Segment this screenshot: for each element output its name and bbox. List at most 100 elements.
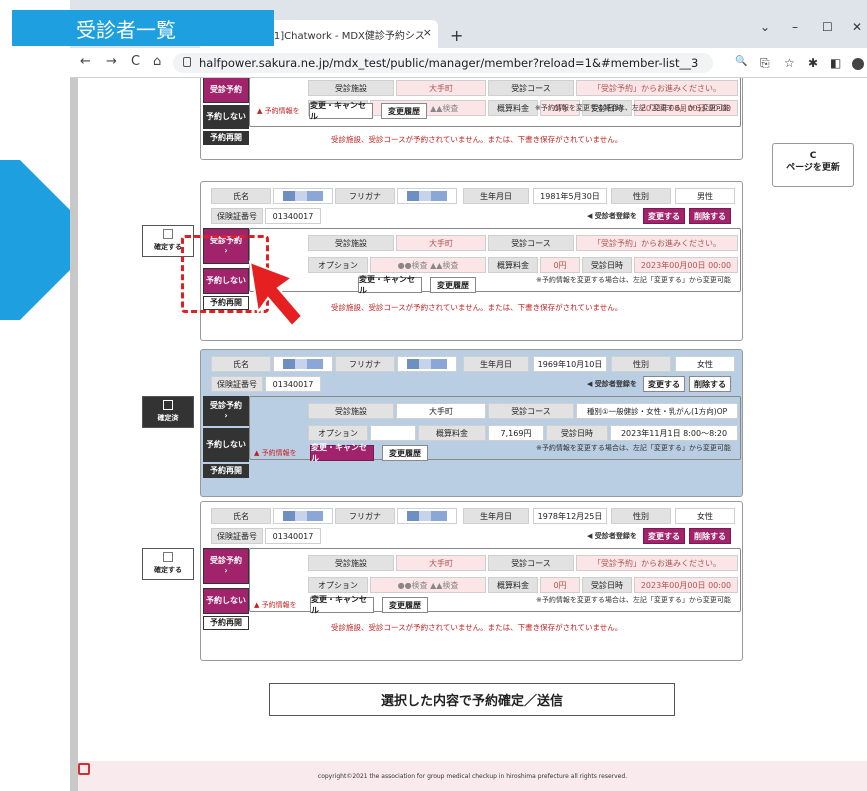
checkbox-icon — [163, 400, 173, 410]
history-button[interactable]: 変更履歴 — [430, 277, 476, 293]
birth-value: 1969年10月10日 — [533, 356, 607, 372]
insurance-value: 01340017 — [265, 528, 321, 544]
tab-close-icon[interactable]: × — [423, 26, 432, 39]
history-button[interactable]: 変更履歴 — [382, 445, 428, 461]
checkbox-icon — [163, 552, 173, 562]
info-label: ▲ 予約情報を — [257, 107, 300, 115]
reserve-button[interactable]: 受診予約 — [203, 78, 249, 103]
refresh-icon: C — [809, 151, 817, 161]
extensions-icon[interactable]: ✱ — [808, 56, 818, 70]
submit-reservation-button[interactable]: 選択した内容で予約確定／送信 — [269, 683, 675, 716]
insurance-label: 保険証番号 — [211, 376, 263, 392]
sidepanel-icon[interactable]: ◧ — [830, 56, 841, 70]
no-reserve-button[interactable]: 予約しない — [203, 588, 249, 614]
modify-cancel-button[interactable]: 変更・キャンセル — [310, 595, 374, 615]
insurance-value: 01340017 — [265, 208, 321, 224]
name-value — [273, 508, 333, 524]
forward-icon[interactable]: → — [106, 54, 117, 69]
footer: copyright©2021 the association for group… — [78, 761, 867, 791]
delete-button[interactable]: 削除する — [689, 528, 731, 544]
lock-icon — [183, 57, 191, 67]
date-value: 2023年11月1日 8:00〜8:20 — [610, 425, 738, 441]
back-icon[interactable]: ← — [80, 54, 91, 69]
no-reserve-label: 予約しない — [206, 112, 246, 121]
reload-icon[interactable]: C — [131, 54, 140, 69]
close-window-button[interactable]: ✕ — [852, 20, 862, 34]
refresh-page-button[interactable]: C ページを更新 — [772, 143, 854, 187]
sex-label: 性別 — [611, 356, 671, 372]
resume-button[interactable]: 予約再開 — [203, 616, 249, 630]
confirmed-checkbox[interactable]: 確定済 — [142, 396, 194, 428]
fee-value: 0円 — [540, 257, 580, 273]
no-reserve-label: 予約しない — [206, 596, 246, 605]
insurance-label: 保険証番号 — [211, 208, 263, 224]
modify-cancel-button[interactable]: 変更・キャンセル — [310, 443, 374, 463]
change-button[interactable]: 変更する — [643, 528, 685, 544]
sex-value: 女性 — [675, 356, 735, 372]
page-scrollbar[interactable] — [70, 78, 78, 791]
birth-label: 生年月日 — [463, 188, 529, 204]
confirm-label: 確定する — [154, 243, 182, 251]
option-label: オプション — [308, 577, 368, 593]
no-reserve-label: 予約しない — [206, 440, 246, 449]
kana-value — [397, 508, 457, 524]
facility-value: 大手町 — [396, 403, 486, 419]
facility-label: 受診施設 — [308, 555, 394, 571]
option-value — [370, 425, 416, 441]
red-pointer-arrow-icon — [248, 260, 304, 328]
birth-value: 1978年12月25日 — [533, 508, 607, 524]
insurance-label: 保険証番号 — [211, 528, 263, 544]
copyright-text: copyright©2021 the association for group… — [317, 772, 628, 780]
history-button[interactable]: 変更履歴 — [381, 103, 427, 119]
reserve-button[interactable]: 受診予約 › — [203, 548, 249, 584]
option-value: ●●検査 ▲▲検査 — [370, 577, 486, 593]
zoom-icon[interactable]: 🔍 — [735, 56, 747, 67]
resume-label: 予約再開 — [210, 618, 242, 627]
home-icon[interactable]: ⌂ — [153, 54, 161, 69]
minimize-button[interactable]: – — [792, 20, 798, 34]
new-tab-button[interactable]: + — [450, 26, 463, 45]
modify-cancel-button[interactable]: 変更・キャンセル — [309, 101, 373, 121]
maximize-button[interactable]: ☐ — [822, 20, 833, 34]
fee-label: 概算料金 — [488, 577, 538, 593]
change-button[interactable]: 変更する — [643, 208, 685, 224]
history-button[interactable]: 変更履歴 — [382, 597, 428, 613]
reg-label: ◀ 受診者登録を — [587, 532, 637, 540]
date-label: 受診日時 — [582, 577, 632, 593]
blurred-kana — [407, 511, 447, 521]
course-value: 「受診予約」からお進みください。 — [576, 235, 738, 251]
insurance-value: 01340017 — [265, 376, 321, 392]
birth-label: 生年月日 — [463, 356, 529, 372]
member-card: 受診予約 受診施設 大手町 受診コース 「受診予約」からお進みください。 オプシ… — [200, 78, 743, 160]
reserve-label: 受診予約 — [210, 85, 242, 94]
resume-button[interactable]: 予約再開 — [203, 131, 249, 145]
facility-value: 大手町 — [396, 80, 486, 96]
profile-avatar[interactable] — [852, 58, 864, 70]
blurred-kana — [407, 191, 447, 201]
bookmark-star-icon[interactable]: ☆ — [784, 56, 795, 70]
option-value: ●●検査 ▲▲検査 — [370, 257, 486, 273]
delete-button[interactable]: 削除する — [689, 376, 731, 392]
info-label: ▲ 予約情報を — [254, 449, 297, 457]
resume-button[interactable]: 予約再開 — [203, 464, 249, 478]
warning-text: 受診施設、受診コースが予約されていません。または、下書き保存がされていません。 — [331, 303, 623, 312]
facility-value: 大手町 — [396, 555, 486, 571]
no-reserve-button[interactable]: 予約しない — [203, 105, 249, 129]
share-icon[interactable]: ⎘ — [760, 56, 770, 71]
change-button[interactable]: 変更する — [643, 376, 685, 392]
modify-cancel-button[interactable]: 変更・キャンセル — [358, 275, 422, 295]
delete-button[interactable]: 削除する — [689, 208, 731, 224]
tab-search-icon[interactable]: ⌄ — [760, 20, 770, 34]
resume-label: 予約再開 — [210, 466, 242, 475]
name-value — [273, 188, 333, 204]
warning-text: 受診施設、受診コースが予約されていません。または、下書き保存がされていません。 — [331, 623, 623, 632]
reserve-button[interactable]: 受診予約 › — [203, 396, 249, 426]
kana-value — [397, 356, 457, 372]
kana-label: フリガナ — [335, 188, 395, 204]
facility-label: 受診施設 — [308, 80, 394, 96]
no-reserve-button[interactable]: 予約しない — [203, 428, 249, 462]
address-bar[interactable]: halfpower.sakura.ne.jp/mdx_test/public/m… — [173, 53, 713, 73]
confirm-checkbox[interactable]: 確定する — [142, 548, 194, 580]
fee-label: 概算料金 — [488, 100, 538, 116]
course-label: 受診コース — [488, 403, 574, 419]
